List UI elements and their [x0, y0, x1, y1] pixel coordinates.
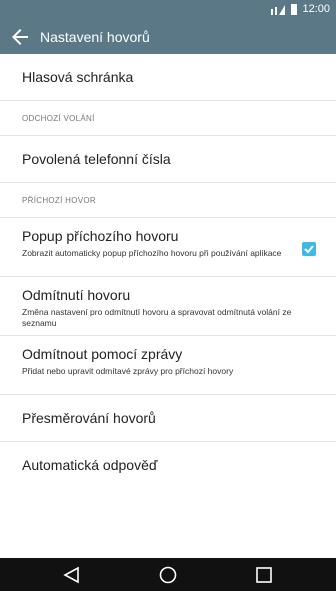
checkbox[interactable]: [302, 242, 316, 256]
list-item-voicemail[interactable]: Hlasová schránka: [0, 54, 336, 101]
app-bar: Nastavení hovorů: [0, 20, 336, 54]
arrow-left-icon[interactable]: [8, 25, 32, 49]
navigation-bar: [0, 558, 336, 591]
item-label: Odmítnout pomocí zprávy: [22, 346, 183, 362]
status-bar: 12:00: [0, 0, 336, 20]
status-time: 12:00: [302, 3, 330, 15]
settings-list: Hlasová schránka ODCHOZÍ VOLÁNÍ Povolená…: [0, 54, 336, 488]
section-label: ODCHOZÍ VOLÁNÍ: [22, 114, 95, 123]
status-icons: 12:00: [270, 3, 330, 15]
section-header: PŘÍCHOZÍ HOVOR: [0, 183, 336, 218]
section-header: ODCHOZÍ VOLÁNÍ: [0, 101, 336, 136]
check-icon: [304, 245, 314, 254]
list-item-call-reject[interactable]: Odmítnutí hovoru Změna nastavení pro odm…: [0, 277, 336, 336]
item-label: Hlasová schránka: [22, 69, 134, 85]
home-circle-icon[interactable]: [158, 565, 178, 585]
list-item-call-forwarding[interactable]: Přesměrování hovorů: [0, 395, 336, 442]
back-triangle-icon[interactable]: [62, 565, 82, 585]
item-label: Popup příchozího hovoru: [22, 228, 179, 244]
item-description: Přidat nebo upravit odmítavé zprávy pro …: [22, 366, 234, 376]
signal-icon: [271, 5, 286, 15]
item-label: Automatická odpověď: [22, 457, 158, 473]
list-item-incoming-popup[interactable]: Popup příchozího hovoru Zobrazit automat…: [0, 218, 336, 277]
item-label: Přesměrování hovorů: [22, 410, 156, 426]
item-description: Změna nastavení pro odmítnutí hovoru a s…: [22, 307, 292, 328]
page-title: Nastavení hovorů: [40, 29, 150, 45]
item-label: Povolená telefonní čísla: [22, 151, 171, 167]
list-item-reject-message[interactable]: Odmítnout pomocí zprávy Přidat nebo upra…: [0, 336, 336, 395]
item-description: Zobrazit automaticky popup příchozího ho…: [22, 248, 282, 258]
recents-square-icon[interactable]: [254, 565, 274, 585]
section-label: PŘÍCHOZÍ HOVOR: [22, 196, 96, 205]
item-label: Odmítnutí hovoru: [22, 287, 131, 303]
battery-icon: [291, 4, 298, 15]
list-item-auto-answer[interactable]: Automatická odpověď: [0, 442, 336, 488]
list-item-fixed-dialing[interactable]: Povolená telefonní čísla: [0, 136, 336, 183]
